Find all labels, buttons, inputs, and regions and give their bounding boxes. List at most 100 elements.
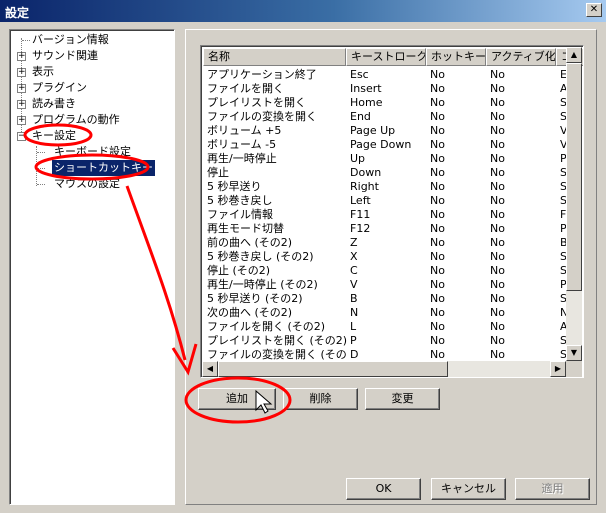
expand-icon[interactable]: + <box>17 84 26 93</box>
add-button[interactable]: 追加 <box>198 388 276 410</box>
tree-item-label: ショートカットキー <box>52 160 155 176</box>
scroll-up-icon[interactable]: ▲ <box>566 47 582 63</box>
expand-icon[interactable]: + <box>17 52 26 61</box>
table-cell: No <box>430 68 445 81</box>
table-row[interactable]: プレイリストを開く Home No No S <box>203 96 583 110</box>
scroll-left-icon[interactable]: ◀ <box>202 361 218 377</box>
title-bar: 設定 ✕ <box>0 0 606 22</box>
table-cell: 5 秒巻き戻し (その2) <box>207 250 314 263</box>
vertical-scrollbar[interactable]: ▲ ▼ <box>566 47 582 361</box>
table-cell: Insert <box>350 82 382 95</box>
table-cell: プレイリストを開く <box>207 96 306 109</box>
table-row[interactable]: 停止 (その2) C No No S <box>203 264 583 278</box>
table-cell: No <box>430 320 445 333</box>
table-cell: No <box>430 110 445 123</box>
table-cell: No <box>430 250 445 263</box>
table-cell: ファイルを開く <box>207 82 284 95</box>
table-cell: No <box>430 278 445 291</box>
table-row[interactable]: 再生/一時停止 (その2) V No No P <box>203 278 583 292</box>
table-cell: 再生モード切替 <box>207 222 284 235</box>
cancel-button[interactable]: キャンセル <box>431 478 506 500</box>
table-cell: ファイルを開く (その2) <box>207 320 326 333</box>
table-cell: No <box>490 236 505 249</box>
table-row[interactable]: 再生/一時停止 Up No No P <box>203 152 583 166</box>
column-header-hotkey[interactable]: ホットキー <box>426 48 486 66</box>
table-cell: プレイリストを開く (その2) <box>207 334 347 347</box>
tree-item-label: プログラムの動作 <box>32 113 120 126</box>
table-row[interactable]: ファイル情報 F11 No No F <box>203 208 583 222</box>
scroll-down-icon[interactable]: ▼ <box>566 345 582 361</box>
table-cell: 再生/一時停止 <box>207 152 277 165</box>
table-cell: No <box>490 194 505 207</box>
table-cell: ファイルの変換を開く <box>207 110 317 123</box>
table-row[interactable]: ファイルの変換を開く (その2) D No No S <box>203 348 583 362</box>
table-cell: 5 秒早送り (その2) <box>207 292 303 305</box>
horizontal-scrollbar[interactable]: ◀ ▶ <box>202 361 566 377</box>
ok-button[interactable]: OK <box>346 478 421 500</box>
change-button[interactable]: 変更 <box>365 388 440 410</box>
column-header-keystroke[interactable]: キーストローク <box>346 48 426 66</box>
expand-icon[interactable]: + <box>17 100 26 109</box>
table-cell: Esc <box>350 68 369 81</box>
tree-item-label: キー設定 <box>32 129 76 142</box>
table-cell: ファイルの変換を開く (その2) <box>207 348 347 361</box>
tree-item-label: マウスの設定 <box>54 177 120 190</box>
table-cell: 停止 <box>207 166 229 179</box>
table-row[interactable]: ファイルを開く Insert No No A <box>203 82 583 96</box>
table-cell: P <box>350 334 357 347</box>
tree-item-label: 読み書き <box>32 97 76 110</box>
delete-button[interactable]: 削除 <box>283 388 358 410</box>
table-row[interactable]: 停止 Down No No S <box>203 166 583 180</box>
close-button[interactable]: ✕ <box>586 3 602 17</box>
shortcut-list[interactable]: 名称 キーストローク ホットキー アクティブ化 コ アプリケーション終了EscN… <box>200 45 584 378</box>
table-cell: No <box>490 124 505 137</box>
settings-tree[interactable]: バージョン情報 + サウンド関連 + 表示 + プラグイン + 読み書き + プ… <box>9 29 175 505</box>
table-cell: Page Up <box>350 124 396 137</box>
table-row[interactable]: 5 秒早送り Right No No S <box>203 180 583 194</box>
apply-button[interactable]: 適用 <box>515 478 590 500</box>
column-header-activate[interactable]: アクティブ化 <box>486 48 556 66</box>
table-cell: L <box>350 320 357 333</box>
table-row[interactable]: ファイルを開く (その2) L No No A <box>203 320 583 334</box>
table-cell: No <box>430 124 445 137</box>
table-cell: No <box>430 236 445 249</box>
tree-item-label: バージョン情報 <box>32 33 109 46</box>
table-cell: Z <box>350 236 358 249</box>
table-cell: No <box>490 292 505 305</box>
table-row[interactable]: ファイルの変換を開く End No No S <box>203 110 583 124</box>
collapse-icon[interactable]: − <box>17 132 26 141</box>
table-row[interactable]: 前の曲へ (その2) Z No No B <box>203 236 583 250</box>
table-row[interactable]: プレイリストを開く (その2) P No No S <box>203 334 583 348</box>
table-cell: X <box>350 250 358 263</box>
table-cell: No <box>430 208 445 221</box>
table-cell: No <box>430 334 445 347</box>
table-cell: No <box>490 82 505 95</box>
table-cell: No <box>490 110 505 123</box>
horizontal-scroll-thumb[interactable] <box>218 361 448 377</box>
scroll-right-icon[interactable]: ▶ <box>550 361 566 377</box>
table-cell: D <box>350 348 359 361</box>
table-row[interactable]: 次の曲へ (その2) N No No N <box>203 306 583 320</box>
scrollbar-corner <box>566 361 582 377</box>
table-row[interactable]: 5 秒巻き戻し (その2) X No No S <box>203 250 583 264</box>
expand-icon[interactable]: + <box>17 116 26 125</box>
table-row[interactable]: アプリケーション終了 Esc No No E <box>203 68 583 82</box>
table-cell: 次の曲へ (その2) <box>207 306 293 319</box>
table-cell: No <box>430 82 445 95</box>
table-row[interactable]: 5 秒早送り (その2) B No No S <box>203 292 583 306</box>
table-row[interactable]: ボリューム -5 Page Down No No V <box>203 138 583 152</box>
table-cell: Home <box>350 96 383 109</box>
table-cell: 前の曲へ (その2) <box>207 236 293 249</box>
table-cell: No <box>490 222 505 235</box>
table-row[interactable]: ボリューム +5 Page Up No No V <box>203 124 583 138</box>
table-row[interactable]: 再生モード切替 F12 No No P <box>203 222 583 236</box>
table-cell: No <box>490 152 505 165</box>
tree-item-label: プラグイン <box>32 81 87 94</box>
vertical-scroll-thumb[interactable] <box>566 63 582 291</box>
table-cell: No <box>430 348 445 361</box>
table-cell: No <box>490 180 505 193</box>
expand-icon[interactable]: + <box>17 68 26 77</box>
column-header-name[interactable]: 名称 <box>203 48 346 66</box>
table-row[interactable]: 5 秒巻き戻し Left No No S <box>203 194 583 208</box>
table-cell: No <box>490 334 505 347</box>
